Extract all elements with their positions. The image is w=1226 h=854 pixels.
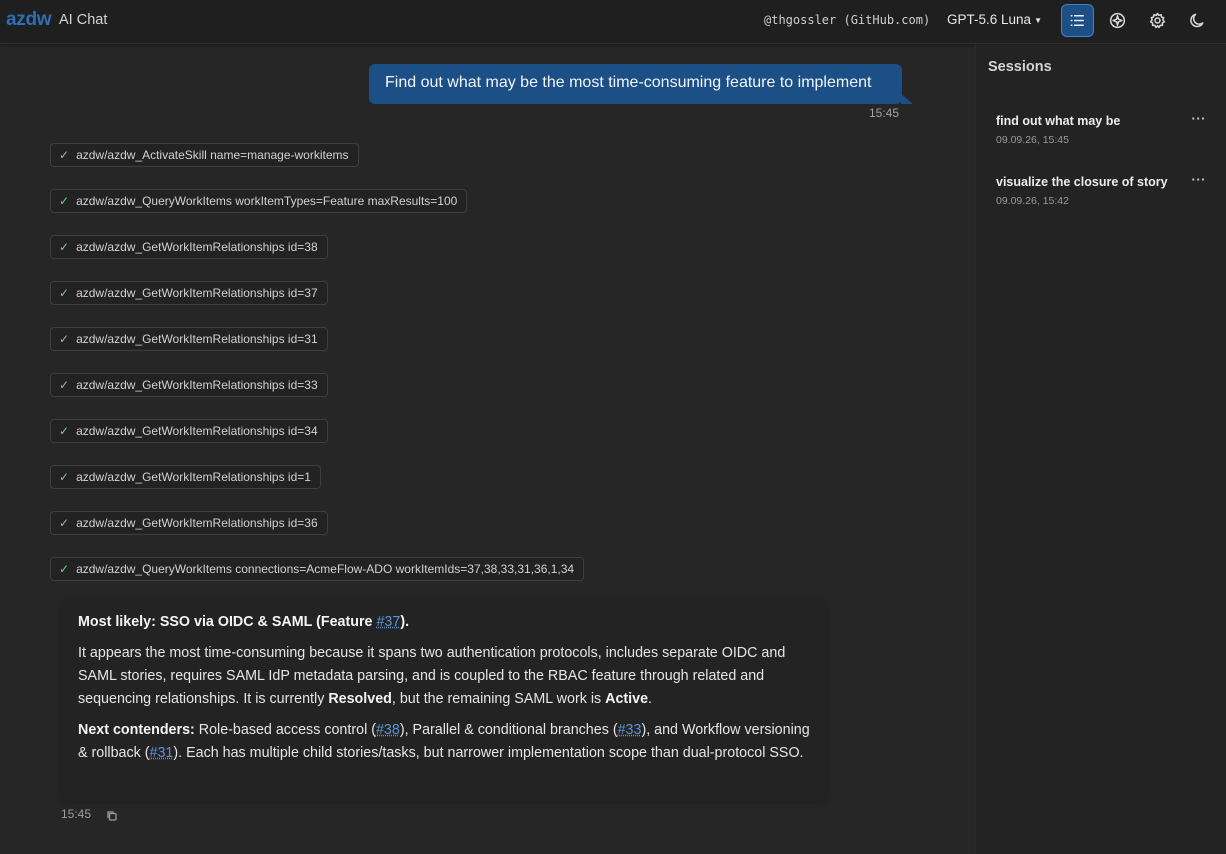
tool-call-chip[interactable]: ✓ azdw/azdw_GetWorkItemRelationships id=1 (50, 465, 321, 489)
work-item-link-37[interactable]: #37 (376, 614, 400, 630)
model-selector[interactable]: GPT-5.6 Luna ▼ (947, 12, 1042, 27)
work-item-link-38[interactable]: #38 (376, 722, 400, 738)
check-icon: ✓ (59, 332, 70, 346)
tool-call-chip[interactable]: ✓ azdw/azdw_GetWorkItemRelationships id=3… (50, 235, 328, 259)
tool-call-text: azdw/azdw_GetWorkItemRelationships id=38 (76, 240, 318, 254)
answer-headline-label: Most likely: SSO via OIDC & SAML (Featur… (78, 614, 377, 630)
user-message-text: Find out what may be the most time-consu… (385, 74, 872, 91)
brand-logo[interactable]: azdw (6, 9, 52, 31)
tool-call-chip[interactable]: ✓ azdw/azdw_QueryWorkItems connections=Ac… (50, 557, 585, 581)
check-icon: ✓ (59, 286, 70, 300)
check-icon: ✓ (59, 470, 70, 484)
more-options-icon[interactable]: ··· (1192, 111, 1207, 126)
answer-headline: Most likely: SSO via OIDC & SAML (Featur… (78, 611, 810, 634)
answer-time: 15:45 (61, 807, 92, 821)
sessions-toggle-button[interactable] (1061, 4, 1094, 37)
answer-text: . (648, 691, 653, 707)
session-date: 09.09.26, 15:42 (996, 195, 1069, 207)
copy-icon[interactable] (106, 809, 118, 821)
answer-text: , but the remaining SAML work is (391, 691, 606, 707)
settings-button[interactable] (1141, 4, 1174, 37)
tool-call-text: azdw/azdw_QueryWorkItems workItemTypes=F… (76, 194, 458, 208)
more-options-icon[interactable]: ··· (1192, 172, 1207, 187)
tool-call-chip[interactable]: ✓ azdw/azdw_ActivateSkill name=manage-wor… (50, 143, 359, 167)
contenders-label: Next contenders: (78, 722, 195, 738)
tool-call-chip[interactable]: ✓ azdw/azdw_GetWorkItemRelationships id=3… (50, 511, 328, 535)
session-date: 09.09.26, 15:45 (996, 134, 1069, 146)
answer-contenders: Next contenders: Role-based access contr… (78, 719, 810, 765)
user-message-time: 15:45 (869, 106, 900, 120)
session-title: visualize the closure of story (996, 175, 1168, 189)
sessions-title: Sessions (988, 59, 1052, 75)
status-resolved: Resolved (328, 691, 392, 707)
check-icon: ✓ (59, 240, 70, 254)
model-selector-label: GPT-5.6 Luna (947, 12, 1032, 27)
answer-explanation: It appears the most time-consuming becau… (78, 642, 810, 711)
tool-call-text: azdw/azdw_GetWorkItemRelationships id=31 (76, 332, 318, 346)
user-account: @thgossler (GitHub.com) (764, 13, 931, 27)
tool-call-text: azdw/azdw_GetWorkItemRelationships id=36 (76, 516, 318, 530)
check-icon: ✓ (59, 378, 70, 392)
ai-brain-icon (1109, 12, 1126, 29)
moon-icon (1190, 13, 1204, 28)
tool-call-chip[interactable]: ✓ azdw/azdw_GetWorkItemRelationships id=3… (50, 327, 328, 351)
ai-assistant-button[interactable] (1101, 4, 1134, 37)
app-title: AI Chat (59, 12, 108, 28)
session-item[interactable]: visualize the closure of story 09.09.26,… (996, 172, 1216, 207)
check-icon: ✓ (59, 194, 70, 208)
theme-toggle-button[interactable] (1181, 4, 1214, 37)
tool-call-chip[interactable]: ✓ azdw/azdw_GetWorkItemRelationships id=3… (50, 419, 328, 443)
user-message-bubble: Find out what may be the most time-consu… (369, 64, 913, 104)
tool-call-chip[interactable]: ✓ azdw/azdw_QueryWorkItems workItemTypes=… (50, 189, 468, 213)
answer-text: ), Parallel & conditional branches ( (399, 722, 618, 738)
tool-call-text: azdw/azdw_QueryWorkItems connections=Acm… (76, 562, 575, 576)
check-icon: ✓ (59, 148, 70, 162)
bubble-tail (901, 94, 913, 104)
tool-call-chip[interactable]: ✓ azdw/azdw_GetWorkItemRelationships id=3… (50, 281, 328, 305)
tool-call-text: azdw/azdw_GetWorkItemRelationships id=34 (76, 424, 318, 438)
tool-call-text: azdw/azdw_GetWorkItemRelationships id=33 (76, 378, 318, 392)
sessions-sidebar: Sessions find out what may be 09.09.26, … (975, 45, 1226, 854)
list-icon (1070, 14, 1084, 27)
assistant-message: Most likely: SSO via OIDC & SAML (Featur… (62, 599, 826, 801)
answer-headline-end: ). (400, 614, 410, 630)
tool-call-text: azdw/azdw_GetWorkItemRelationships id=37 (76, 286, 318, 300)
chevron-down-icon: ▼ (1034, 16, 1042, 25)
answer-text: Role-based access control ( (194, 722, 376, 738)
work-item-link-33[interactable]: #33 (618, 722, 642, 738)
tool-call-chip[interactable]: ✓ azdw/azdw_GetWorkItemRelationships id=3… (50, 373, 328, 397)
check-icon: ✓ (59, 516, 70, 530)
tool-call-text: azdw/azdw_ActivateSkill name=manage-work… (76, 148, 349, 162)
answer-text: ). Each has multiple child stories/tasks… (173, 745, 804, 761)
check-icon: ✓ (59, 562, 70, 576)
check-icon: ✓ (59, 424, 70, 438)
gear-icon (1149, 12, 1166, 29)
session-item[interactable]: find out what may be 09.09.26, 15:45 ··· (996, 111, 1216, 146)
work-item-link-31[interactable]: #31 (150, 745, 174, 761)
session-title: find out what may be (996, 114, 1121, 128)
tool-call-text: azdw/azdw_GetWorkItemRelationships id=1 (76, 470, 311, 484)
top-bar: azdw AI Chat @thgossler (GitHub.com) GPT… (0, 0, 1226, 44)
status-active: Active (605, 691, 649, 707)
